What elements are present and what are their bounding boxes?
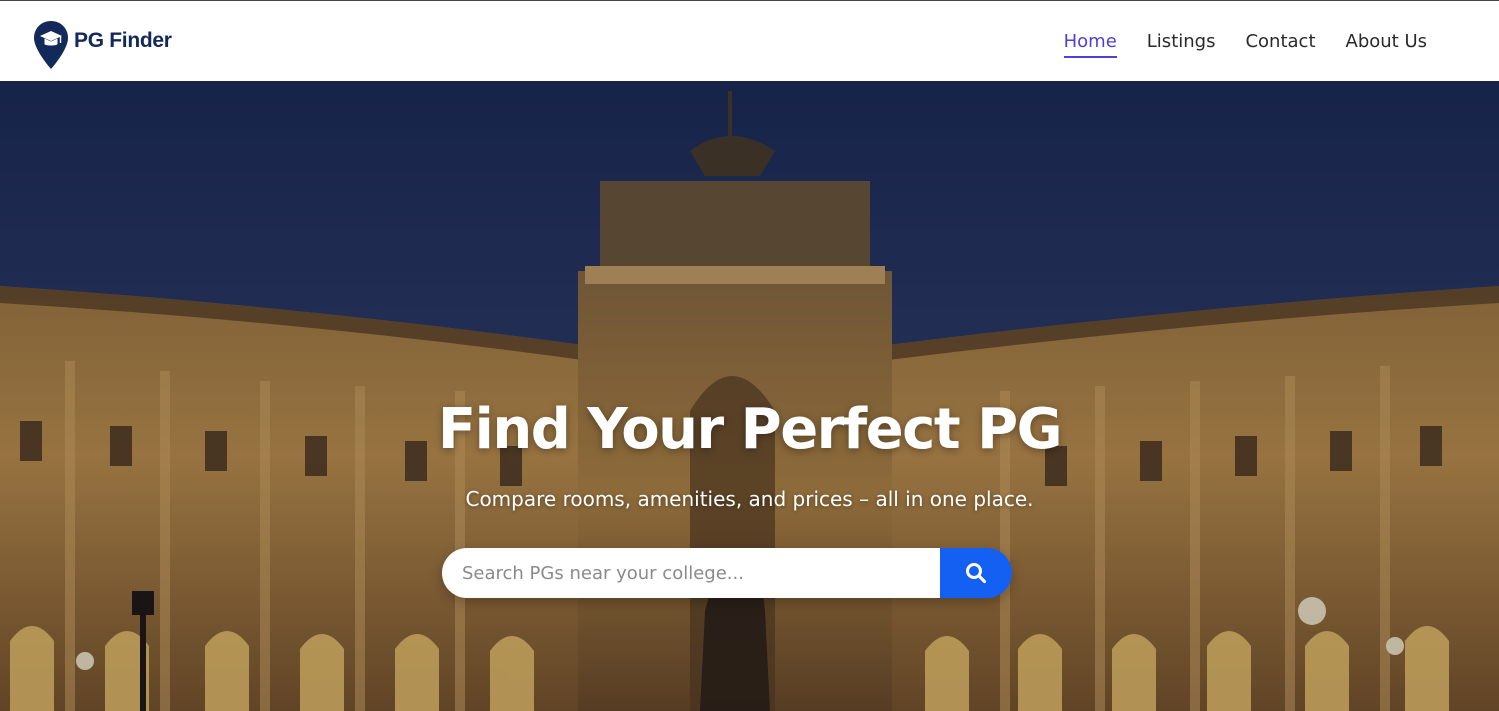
search-form [442, 548, 1012, 598]
nav-link-contact[interactable]: Contact [1245, 31, 1315, 58]
nav-menu: Home Listings Contact About Us [1063, 30, 1427, 58]
hero-section: Find Your Perfect PG Compare rooms, amen… [0, 81, 1499, 711]
hero-subtitle: Compare rooms, amenities, and prices – a… [465, 487, 1034, 511]
navbar: PG Finder Home Listings Contact About Us [0, 0, 1499, 81]
nav-link-home[interactable]: Home [1063, 30, 1117, 58]
brand-name: PG Finder [74, 29, 172, 52]
search-input[interactable] [442, 548, 940, 598]
brand-logo-link[interactable]: PG Finder [32, 11, 172, 71]
hero-content: Find Your Perfect PG Compare rooms, amen… [0, 81, 1499, 711]
search-button[interactable] [940, 548, 1012, 598]
hero-title: Find Your Perfect PG [437, 397, 1063, 462]
search-icon [966, 563, 987, 584]
map-pin-graduation-cap-icon [34, 21, 68, 69]
nav-link-listings[interactable]: Listings [1147, 31, 1216, 58]
nav-link-about-us[interactable]: About Us [1346, 31, 1428, 58]
